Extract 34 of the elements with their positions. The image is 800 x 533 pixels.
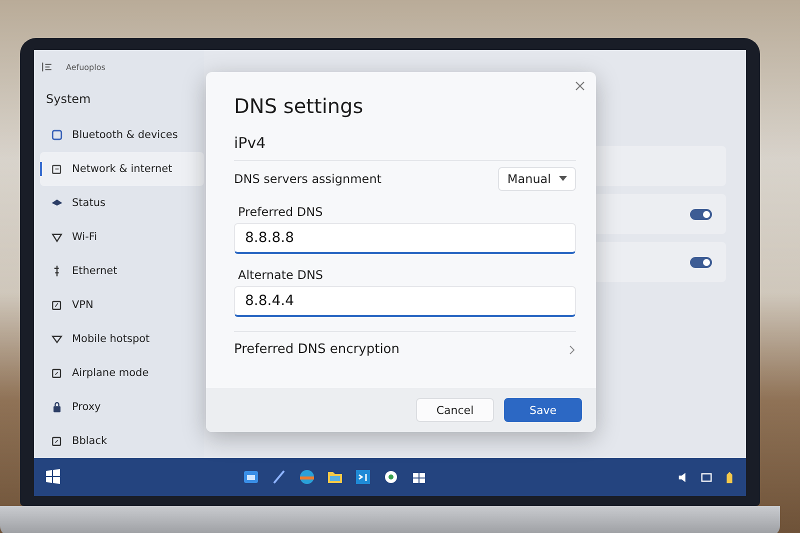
save-button[interactable]: Save	[504, 398, 582, 422]
assignment-label: DNS servers assignment	[234, 172, 382, 186]
sidebar-item[interactable]: Status	[40, 186, 204, 220]
sidebar-item[interactable]: Wi-Fi	[40, 220, 204, 254]
window-app-icon[interactable]	[242, 468, 260, 486]
sidebar-item[interactable]: Bblack	[40, 424, 204, 458]
toggle-switch[interactable]	[690, 256, 712, 268]
caret-icon	[559, 176, 567, 182]
field-label: Alternate DNS	[238, 268, 324, 282]
devices-icon	[50, 128, 64, 142]
field-label: Preferred DNS	[238, 205, 324, 219]
dialog-title: DNS settings	[234, 94, 364, 118]
windows-start-icon[interactable]	[44, 468, 62, 486]
terminal-icon[interactable]	[354, 468, 372, 486]
input-field[interactable]: 8.8.4.4	[234, 286, 576, 317]
chevron-icon[interactable]	[568, 344, 576, 354]
sidebar-item[interactable]: VPN	[40, 288, 204, 322]
sidebar-item[interactable]: Airplane mode	[40, 356, 204, 390]
encryption-label: Preferred DNS encryption	[234, 342, 400, 357]
section-heading: System	[46, 92, 91, 106]
close-icon[interactable]	[574, 80, 586, 92]
input-field[interactable]: 8.8.8.8	[234, 223, 576, 254]
sidebar-item[interactable]: Bluetooth & devices	[40, 118, 204, 152]
toggle-switch[interactable]	[690, 208, 712, 220]
assignment-dropdown[interactable]: Manual	[498, 167, 576, 191]
display-icon[interactable]	[700, 470, 713, 484]
section-heading: iPv4	[234, 134, 267, 152]
sidebar-item[interactable]: Mobile hotspot	[40, 322, 204, 356]
sidebar-item[interactable]: Ethernet	[40, 254, 204, 288]
browser-icon[interactable]	[298, 468, 316, 486]
cancel-button[interactable]: Cancel	[416, 398, 494, 422]
app-title: Aefuoplos	[66, 62, 106, 72]
sidebar-item[interactable]: Proxy	[40, 390, 204, 424]
sidebar-item[interactable]: Network & internet	[40, 152, 204, 186]
